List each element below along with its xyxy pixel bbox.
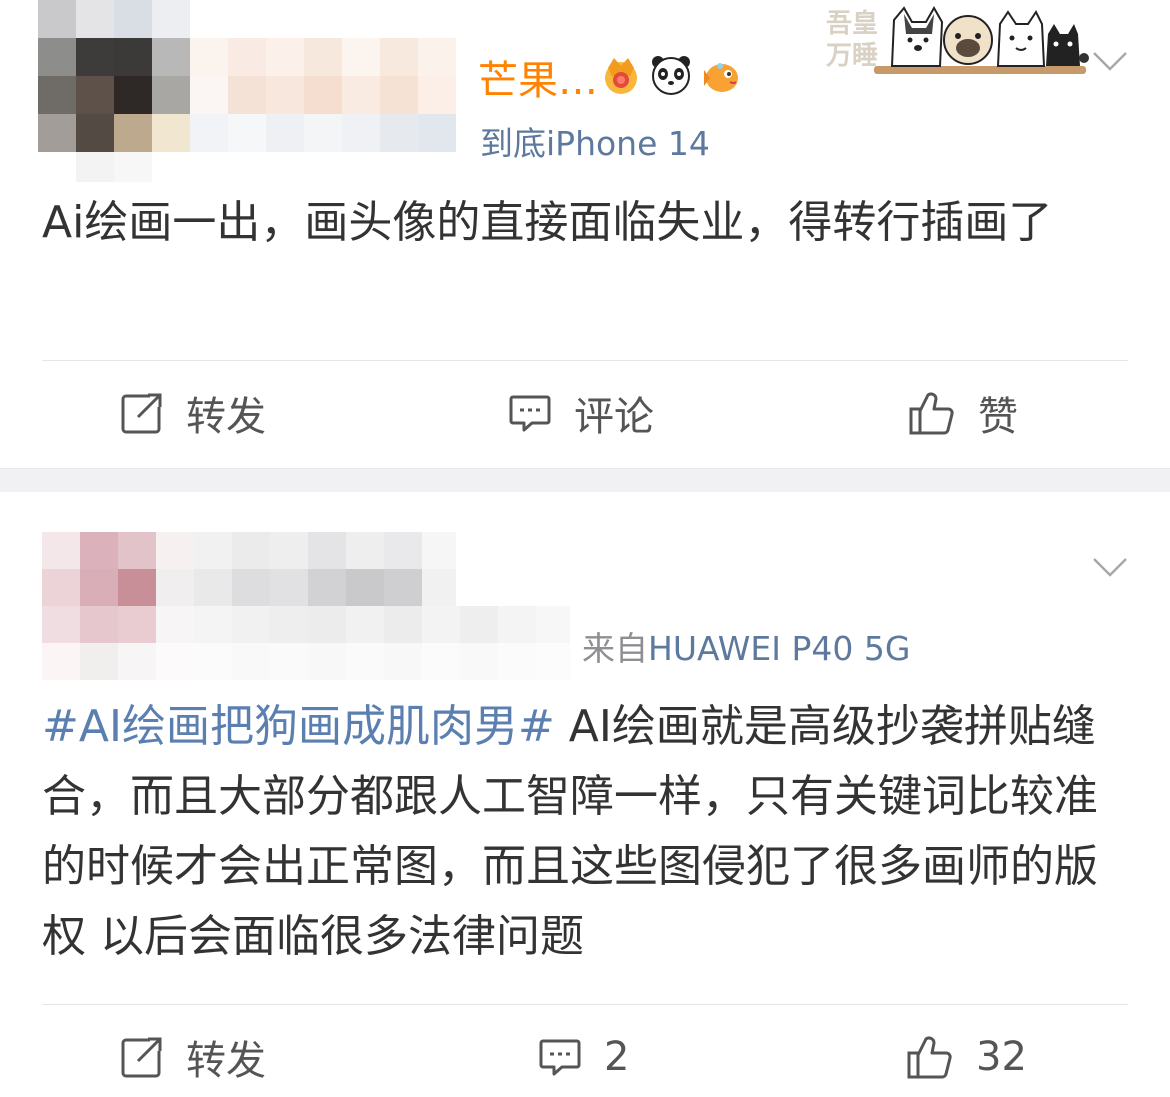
comment-count: 2 (604, 1034, 630, 1080)
repost-label: 转发 (186, 394, 266, 440)
repost-icon (121, 1037, 162, 1078)
like-label: 赞 (978, 394, 1018, 440)
divider (42, 1004, 1128, 1005)
comment-icon (509, 395, 551, 432)
meta-mosaic (156, 606, 570, 680)
post-source: 到底iPhone 14 (480, 117, 710, 165)
post-content: Ai绘画一出，画头像的直接面临失业，得转行插画了 (42, 197, 1053, 248)
username-tail[interactable]: 芒果… (478, 48, 598, 106)
chevron-down-icon[interactable] (1092, 50, 1128, 72)
like-button[interactable]: 赞 (908, 373, 1018, 453)
repost-button[interactable]: 转发 (120, 1017, 266, 1097)
weibo-post: 芒果… 到底iPhone 14 吾皇 万睡 Ai绘画一出，画头像的直接面临失业，… (0, 0, 1170, 468)
fish-emoji-icon (704, 63, 738, 92)
username-mosaic[interactable] (156, 532, 456, 606)
weibo-post: 来自HUAWEI P40 5G #AI绘画把狗画成肌肉男# AI绘画就是高级抄袭… (0, 492, 1170, 1093)
action-bar: 转发 评论 赞 (0, 373, 1170, 453)
post-content: #AI绘画把狗画成肌肉男# AI绘画就是高级抄袭拼贴缝合，而且大部分都跟人工智障… (42, 692, 1127, 972)
chevron-down-icon[interactable] (1092, 556, 1128, 578)
thumbs-up-icon (909, 392, 954, 435)
repost-icon (121, 393, 162, 434)
source-device[interactable]: HUAWEI P40 5G (648, 629, 910, 668)
svg-text:吾皇: 吾皇 (826, 9, 878, 39)
repost-button[interactable]: 转发 (120, 373, 266, 453)
action-bar: 转发 2 32 (0, 1017, 1170, 1097)
comment-button[interactable]: 2 (538, 1017, 629, 1097)
panda-emoji-icon (652, 56, 690, 95)
crown-badge-icon (605, 58, 637, 94)
avatar[interactable] (38, 0, 190, 152)
avatar-bottom-mosaic (76, 152, 152, 182)
repost-label: 转发 (186, 1038, 266, 1084)
source-device[interactable]: 到底iPhone 14 (480, 124, 710, 163)
thumbs-up-icon (907, 1036, 952, 1079)
like-button[interactable]: 32 (906, 1017, 1027, 1097)
comment-label: 评论 (574, 394, 654, 440)
post-separator (0, 468, 1170, 492)
avatar[interactable] (42, 532, 156, 680)
comment-button[interactable]: 评论 (508, 373, 654, 453)
like-count: 32 (976, 1034, 1027, 1080)
username-mosaic[interactable] (190, 38, 480, 152)
post-source: 来自HUAWEI P40 5G (582, 622, 910, 670)
source-prefix: 来自 (582, 629, 648, 668)
svg-text:万睡: 万睡 (826, 41, 878, 71)
wuhuang-sticker: 吾皇 万睡 (826, 5, 1089, 74)
comment-icon (539, 1039, 581, 1076)
divider (42, 360, 1128, 361)
hashtag-link[interactable]: #AI绘画把狗画成肌肉男# (42, 701, 555, 752)
